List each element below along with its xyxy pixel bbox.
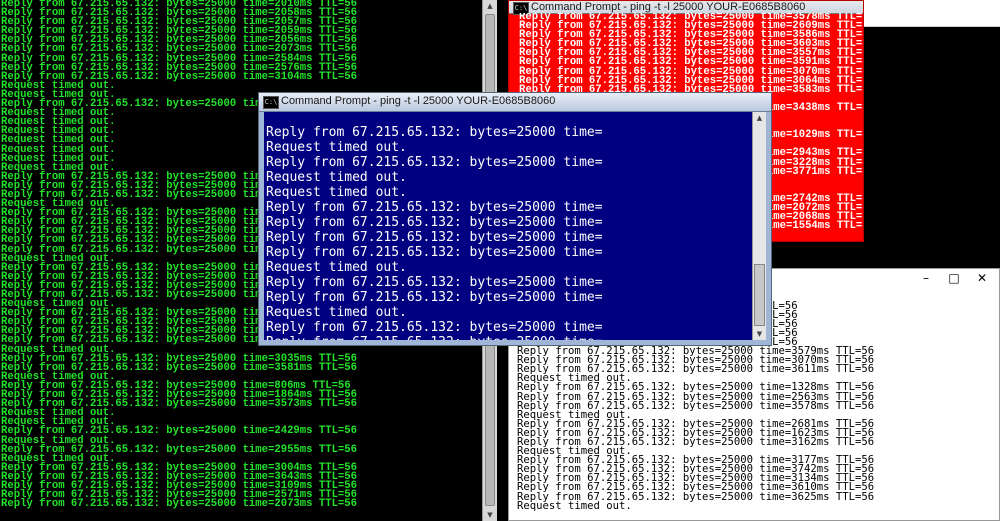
- console-line: Reply from 67.215.65.132: bytes=25000 ti…: [266, 200, 603, 215]
- cmd-icon: C:\: [263, 96, 279, 109]
- blue-window-scrollbar[interactable]: ▲ ▼: [752, 112, 766, 340]
- console-line: Request timed out.: [266, 185, 407, 200]
- blue-window-titlebar[interactable]: C:\ Command Prompt - ping -t -l 25000 YO…: [259, 93, 771, 112]
- console-line: Request timed out.: [266, 260, 407, 275]
- scroll-down-arrow-icon[interactable]: ▼: [483, 509, 497, 521]
- scroll-up-arrow-icon[interactable]: ▲: [753, 112, 766, 124]
- scroll-down-arrow-icon[interactable]: ▼: [753, 328, 766, 340]
- scrollbar-thumb[interactable]: [754, 264, 765, 326]
- console-line: Reply from 67.215.65.132: bytes=25000 ti…: [266, 275, 603, 290]
- console-text-blue: Reply from 67.215.65.132: bytes=25000 ti…: [264, 125, 753, 340]
- window-caption-buttons: – □ ✕: [913, 269, 995, 287]
- console-line: Reply from 67.215.65.132: bytes=25000 ti…: [1, 498, 358, 511]
- background-window-edge: [864, 0, 1000, 27]
- console-line: Reply from 67.215.65.132: bytes=25000 ti…: [266, 125, 603, 140]
- console-line: Reply from 67.215.65.132: bytes=25000 ti…: [266, 215, 603, 230]
- console-line: Reply from 67.215.65.132: bytes=25000 ti…: [266, 335, 603, 340]
- red-window-titlebar[interactable]: C:\ Command Prompt - ping -t -l 25000 YO…: [509, 1, 863, 15]
- console-window-blue[interactable]: C:\ Command Prompt - ping -t -l 25000 YO…: [258, 92, 772, 346]
- minimize-button[interactable]: –: [913, 269, 939, 287]
- console-line: Request timed out.: [266, 170, 407, 185]
- console-line: Request timed out.: [266, 305, 407, 320]
- console-line: Reply from 67.215.65.132: bytes=25000 ti…: [266, 245, 603, 260]
- console-line: Request timed out.: [266, 140, 407, 155]
- red-window-title: Command Prompt - ping -t -l 25000 YOUR-E…: [531, 1, 806, 13]
- console-line: Reply from 67.215.65.132: bytes=25000 ti…: [266, 155, 603, 170]
- console-line: Reply from 67.215.65.132: bytes=25000 ti…: [266, 230, 603, 245]
- close-button[interactable]: ✕: [969, 269, 995, 287]
- maximize-button[interactable]: □: [941, 269, 967, 287]
- console-line: Reply from 67.215.65.132: bytes=25000 ti…: [266, 290, 603, 305]
- console-line: Reply from 67.215.65.132: bytes=25000 ti…: [266, 320, 603, 335]
- scroll-up-arrow-icon[interactable]: ▲: [483, 0, 497, 12]
- console-line: Request timed out.: [517, 499, 632, 512]
- blue-window-title: Command Prompt - ping -t -l 25000 YOUR-E…: [281, 95, 556, 107]
- console-output: Reply from 67.215.65.132: bytes=25000 ti…: [264, 112, 753, 340]
